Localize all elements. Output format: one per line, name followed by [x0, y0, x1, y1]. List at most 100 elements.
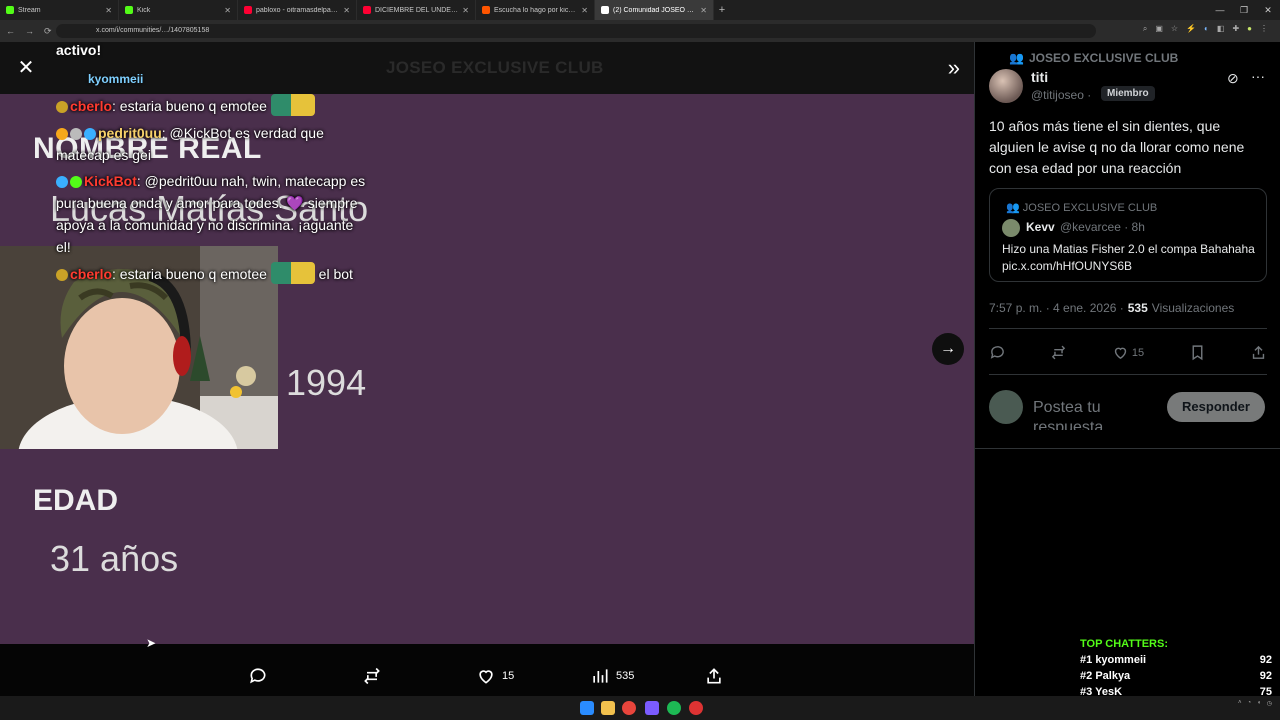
close-icon[interactable]: ✕ [224, 6, 231, 15]
member-badge: Miembro [1101, 86, 1155, 101]
viewer-top-strip: JOSEO EXCLUSIVE CLUB [0, 42, 974, 94]
reply-button[interactable] [248, 666, 274, 686]
extension-icon[interactable]: ◧ [1217, 24, 1225, 34]
chatter-count: 92 [1259, 670, 1272, 682]
views-button[interactable]: 535 [590, 666, 634, 686]
chat-badge-icon [70, 176, 82, 188]
address-bar-row: ← → ⟳ x.com/i/communities/…/1407805158 ⌕… [0, 20, 1280, 42]
value-birth-year: 1994 [286, 362, 367, 403]
close-window-button[interactable]: ✕ [1256, 0, 1280, 20]
divider [975, 448, 1280, 449]
responder-button[interactable]: Responder [1167, 392, 1265, 422]
post-author-name[interactable]: titi [1031, 69, 1048, 85]
post-meta: 7:57 p. m. · 4 ene. 2026 · 535 Visualiza… [989, 301, 1234, 315]
community-title-behind: JOSEO EXCLUSIVE CLUB [386, 58, 604, 77]
file-explorer-icon[interactable] [601, 701, 615, 715]
start-icon[interactable] [580, 701, 594, 715]
zoom-icon[interactable]: ⌕ [1143, 24, 1147, 34]
browser-tab[interactable]: DICIEMBRE DEL UNDER ARGEN ✕ [357, 0, 476, 20]
reload-icon[interactable]: ⟳ [44, 26, 52, 37]
install-icon[interactable]: ▣ [1155, 24, 1163, 34]
star-icon[interactable]: ☆ [1171, 24, 1178, 34]
forward-icon[interactable]: → [25, 26, 34, 36]
close-icon[interactable]: ✕ [581, 6, 588, 15]
profile-icon[interactable]: ● [1247, 24, 1252, 34]
community-label[interactable]: 👥 JOSEO EXCLUSIVE CLUB [1009, 51, 1178, 65]
browser-tab[interactable]: pabloxo - oitramasdelpablo ✕ [238, 0, 357, 20]
top-chatters-header: TOP CHATTERS: [1080, 638, 1169, 650]
post-author-handle[interactable]: @titijoseo · [1031, 88, 1091, 102]
quoted-post[interactable]: 👥 JOSEO EXCLUSIVE CLUB Kevv @kevarcee · … [989, 188, 1267, 282]
mouse-cursor-icon: ➤ [146, 636, 157, 650]
tab-title: (2) Comunidad JOSEO EXCLUSI [613, 6, 697, 14]
tab-favicon-icon [125, 6, 133, 14]
browser-tab[interactable]: Kick ✕ [119, 0, 238, 20]
like-button[interactable]: 15 [1112, 344, 1144, 361]
system-tray: ˄ ◔ ◖ ◷ [1238, 700, 1272, 707]
chat-emote-icon [270, 94, 315, 116]
browser-tab[interactable]: Stream ✕ [0, 0, 119, 20]
chatter-count: 92 [1259, 654, 1272, 666]
bookmark-button[interactable] [1189, 344, 1206, 361]
divider [989, 374, 1267, 375]
volume-icon[interactable]: ◖ [1257, 700, 1261, 707]
obs-icon[interactable] [689, 701, 703, 715]
like-count: 15 [502, 670, 515, 682]
close-icon[interactable]: ✕ [105, 6, 112, 15]
minimize-button[interactable]: — [1208, 0, 1232, 20]
chat-message: cberlo: estaria bueno q emotee [56, 94, 366, 117]
like-button[interactable]: 15 [476, 666, 514, 686]
chat-badge-icon [56, 101, 68, 113]
expand-panel-button[interactable]: » [948, 57, 960, 79]
extension-icon[interactable]: ⚡ [1186, 24, 1196, 34]
discord-icon[interactable] [645, 701, 659, 715]
menu-icon[interactable]: ⋮ [1260, 24, 1268, 34]
new-tab-button[interactable]: + [714, 4, 730, 16]
tab-favicon-icon [482, 6, 490, 14]
browser-tab[interactable]: Escucha lo hago por kick de m✕ [476, 0, 595, 20]
chat-badge-icon [56, 128, 68, 140]
chatter-rank: #1 [1080, 654, 1093, 666]
chrome-icon[interactable] [622, 701, 636, 715]
tab-title: Kick [137, 6, 151, 14]
divider [989, 328, 1267, 329]
post-actions: 15 [989, 344, 1267, 361]
next-media-button[interactable]: → [932, 333, 964, 365]
extension-icon[interactable]: ◐ [1204, 24, 1209, 34]
post-text: 10 años más tiene el sin dientes, que al… [989, 118, 1245, 176]
taskbar: ˄ ◔ ◖ ◷ [0, 696, 1280, 720]
clock-icon[interactable]: ◷ [1267, 700, 1272, 707]
url-field[interactable]: x.com/i/communities/…/1407805158 [56, 24, 1096, 38]
spotify-icon[interactable] [667, 701, 681, 715]
share-button[interactable] [704, 666, 724, 686]
wifi-icon[interactable]: ◔ [1248, 700, 1252, 707]
repost-icon [1052, 345, 1066, 360]
maximize-button[interactable]: ❐ [1232, 0, 1256, 20]
close-icon[interactable]: ✕ [343, 6, 350, 15]
post-timestamp[interactable]: 7:57 p. m. · 4 ene. 2026 · [989, 301, 1124, 315]
avatar[interactable] [989, 69, 1023, 103]
repost-button[interactable] [1050, 344, 1067, 361]
puzzle-icon[interactable]: ✚ [1232, 24, 1239, 34]
browser-tab-active[interactable]: (2) Comunidad JOSEO EXCLUSI✕ [595, 0, 714, 20]
back-icon[interactable]: ← [6, 26, 15, 36]
repost-button[interactable] [362, 666, 382, 686]
share-button[interactable] [1250, 344, 1267, 361]
close-icon[interactable]: ✕ [462, 6, 469, 15]
close-icon[interactable]: ✕ [700, 6, 707, 15]
chat-badge-icon [84, 128, 96, 140]
close-viewer-button[interactable]: ✕ [16, 58, 36, 78]
chat-message: pedrit0uu: @KickBot es verdad que mateca… [56, 122, 366, 166]
top-chatter-row: #2 Palkya 92 [1080, 668, 1272, 684]
reply-input[interactable]: Postea tu respuesta [1033, 398, 1153, 430]
chevron-up-icon[interactable]: ˄ [1238, 700, 1242, 707]
reply-button[interactable] [989, 344, 1006, 361]
top-chatters-overlay: TOP CHATTERS: #1 kyommeii 92 #2 Palkya 92 … [1080, 638, 1272, 700]
more-options-icon[interactable]: ··· [1251, 68, 1265, 84]
chatter-rank: #2 [1080, 670, 1093, 682]
chat-username: cberlo [70, 98, 113, 114]
grok-icon[interactable]: ⊘ [1227, 70, 1239, 87]
chat-badge-icon [56, 269, 68, 281]
tab-title: DICIEMBRE DEL UNDER ARGEN [375, 6, 458, 14]
community-name: JOSEO EXCLUSIVE CLUB [1028, 51, 1179, 65]
